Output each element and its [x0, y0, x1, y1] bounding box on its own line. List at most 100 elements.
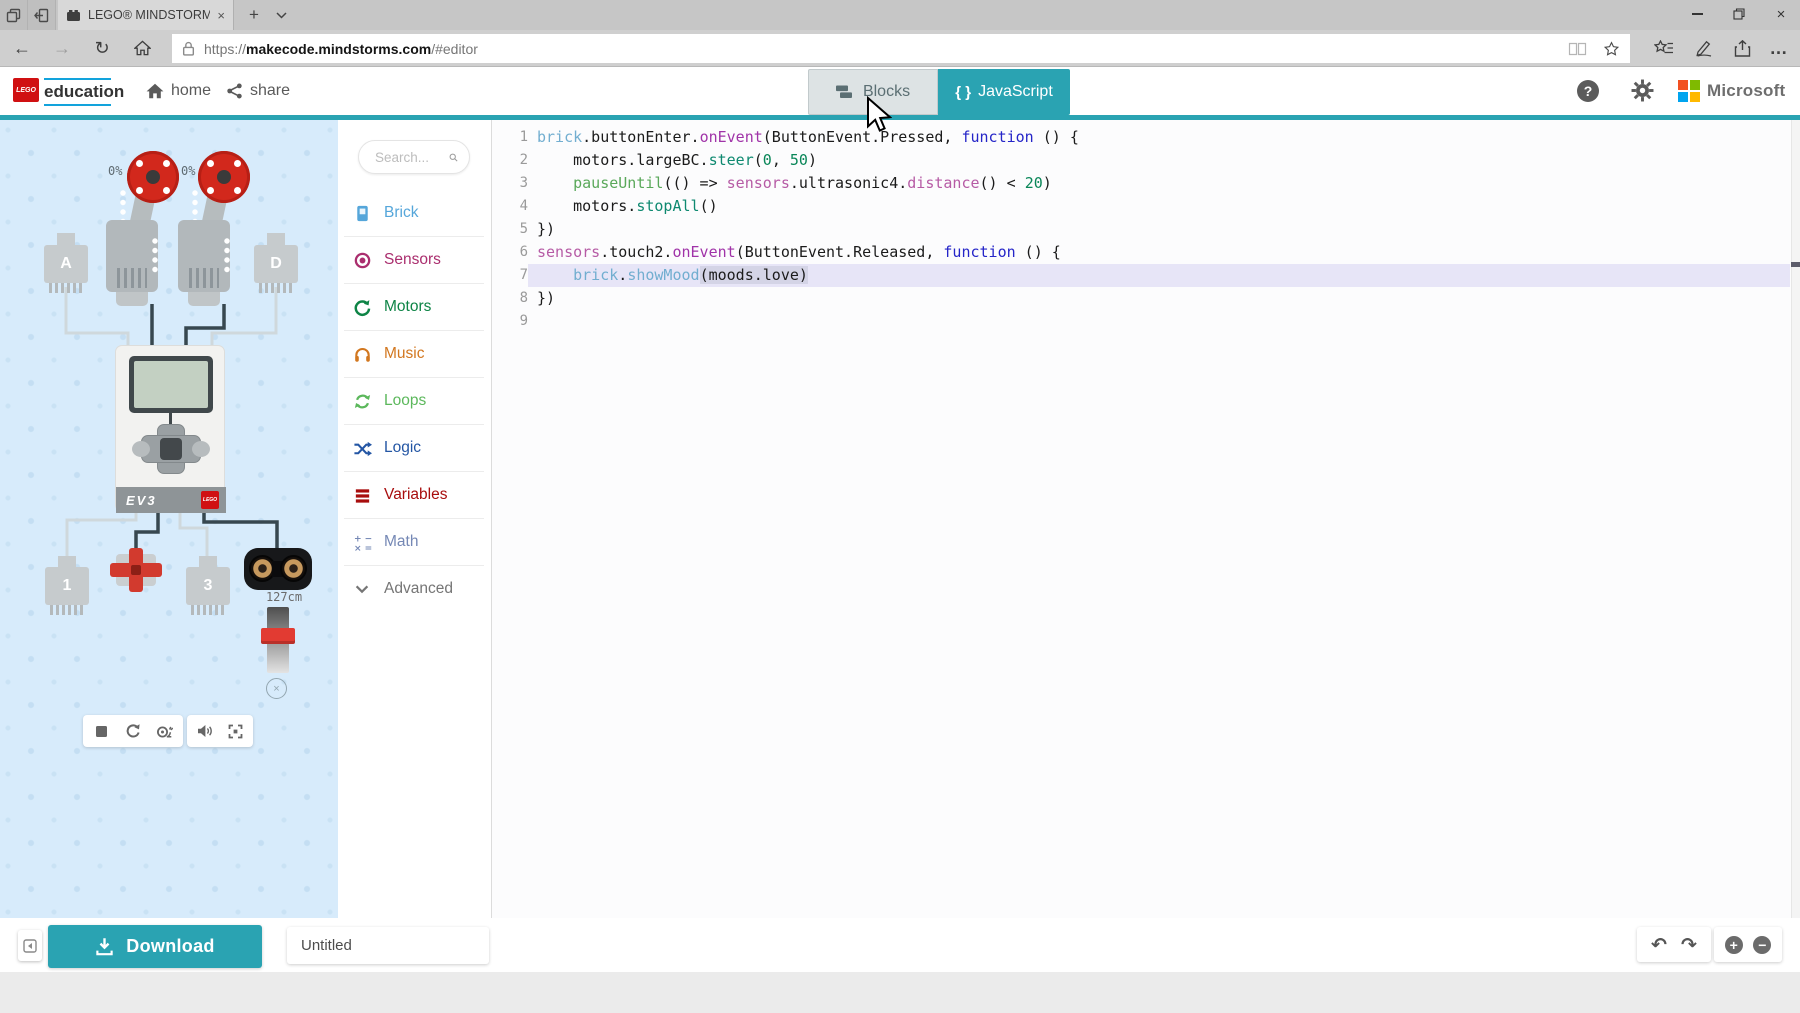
window-minimize-button[interactable] — [1680, 0, 1714, 28]
toolbox-search[interactable] — [358, 140, 470, 174]
code-editor[interactable]: 1brick.buttonEnter.onEvent(ButtonEvent.P… — [492, 120, 1800, 918]
toolbox-category-advanced[interactable]: Advanced — [344, 566, 484, 612]
redo-button[interactable]: ↷ — [1681, 934, 1697, 956]
touch-sensor-button[interactable] — [131, 565, 141, 575]
editor-scrollbar[interactable] — [1791, 120, 1800, 918]
add-favorite-star-icon[interactable] — [1603, 41, 1620, 57]
reading-view-icon[interactable] — [1568, 42, 1587, 56]
svg-text:× =: × = — [353, 544, 371, 552]
brick-enter-button[interactable] — [160, 438, 182, 460]
toolbox-category-loops[interactable]: Loops — [344, 378, 484, 425]
download-button[interactable]: Download — [48, 925, 262, 968]
back-button[interactable]: ← — [8, 34, 36, 62]
ultrasonic-sensor[interactable] — [244, 548, 312, 590]
undo-redo-group: ↶ ↷ — [1637, 927, 1711, 962]
code-line-3[interactable]: 3 pauseUntil(() => sensors.ultrasonic4.d… — [492, 172, 1800, 195]
education-logo-line-bottom — [44, 104, 111, 106]
port-3-plug[interactable]: 3 — [186, 567, 230, 605]
ev3-label-bar: EV3 LEGO — [116, 487, 226, 513]
browser-tab[interactable]: LEGO® MINDSTORMS® × — [58, 0, 234, 30]
browser-share-button[interactable] — [1728, 34, 1756, 62]
toolbox-category-motors[interactable]: Motors — [344, 284, 484, 331]
toolbox-category-label: Music — [384, 345, 424, 363]
sim-fullscreen-button[interactable] — [222, 718, 248, 744]
project-name-input[interactable] — [299, 936, 502, 955]
code-text: pauseUntil(() => sensors.ultrasonic4.dis… — [528, 172, 1052, 195]
code-line-8[interactable]: 8}) — [492, 287, 1800, 310]
speaker-icon — [197, 724, 213, 738]
home-button[interactable]: home — [146, 67, 211, 115]
motor-c-wheel[interactable] — [198, 151, 250, 203]
toolbox-category-music[interactable]: Music — [344, 331, 484, 378]
toolbox-category-logic[interactable]: Logic — [344, 425, 484, 472]
sim-control-group — [83, 715, 183, 747]
refresh-button[interactable]: ↻ — [88, 34, 116, 62]
wires — [0, 120, 338, 918]
zoom-in-button[interactable]: + — [1725, 936, 1743, 954]
tab-list-button[interactable] — [268, 0, 294, 30]
code-text: motors.largeBC.steer(0, 50) — [528, 149, 817, 172]
toolbox-category-math[interactable]: + −× =Math — [344, 519, 484, 566]
motor-b-power: 0% — [108, 164, 122, 178]
url-text: https://makecode.mindstorms.com/#editor — [204, 41, 478, 57]
code-line-7[interactable]: 7 brick.showMood(moods.love) — [492, 264, 1800, 287]
code-text: motors.stopAll() — [528, 195, 718, 218]
lego-logo-small: LEGO — [201, 491, 219, 509]
toolbox-category-label: Sensors — [384, 251, 441, 269]
code-line-9[interactable]: 9 — [492, 310, 1800, 333]
toolbox-category-sensors[interactable]: Sensors — [344, 237, 484, 284]
tab-close-button[interactable]: × — [217, 8, 225, 23]
code-text: brick.buttonEnter.onEvent(ButtonEvent.Pr… — [528, 126, 1079, 149]
port-1-plug[interactable]: 1 — [45, 567, 89, 605]
search-input[interactable] — [373, 149, 449, 166]
code-line-1[interactable]: 1brick.buttonEnter.onEvent(ButtonEvent.P… — [492, 126, 1800, 149]
javascript-label: JavaScript — [978, 83, 1053, 101]
brick-side-button[interactable] — [192, 441, 210, 457]
sim-slow-mo-button[interactable] — [152, 718, 178, 744]
code-line-5[interactable]: 5}) — [492, 218, 1800, 241]
tab-preview-button[interactable] — [0, 0, 28, 30]
port-a-plug[interactable]: A — [44, 245, 88, 283]
settings-button[interactable] — [1631, 79, 1654, 102]
set-tabs-aside-button[interactable] — [28, 0, 56, 30]
motor-b-wheel[interactable] — [127, 151, 179, 203]
ev3-brick[interactable]: EV3 LEGO — [115, 345, 225, 512]
code-line-2[interactable]: 2 motors.largeBC.steer(0, 50) — [492, 149, 1800, 172]
sim-stop-button[interactable] — [89, 718, 115, 744]
help-button[interactable]: ? — [1577, 80, 1599, 102]
touch-sensor[interactable] — [116, 554, 156, 586]
brick-back-button[interactable] — [132, 441, 150, 457]
sim-volume-button[interactable] — [192, 718, 218, 744]
code-line-4[interactable]: 4 motors.stopAll() — [492, 195, 1800, 218]
url-field[interactable]: https://makecode.mindstorms.com/#editor — [172, 34, 1630, 63]
ev3-label: EV3 — [116, 493, 201, 508]
favorites-hub-button[interactable] — [1650, 34, 1678, 62]
port-d-plug[interactable]: D — [254, 245, 298, 283]
port-d-label: D — [270, 255, 282, 273]
window-restore-button[interactable] — [1722, 0, 1756, 28]
toolbox-category-variables[interactable]: Variables — [344, 472, 484, 519]
code-area: 1brick.buttonEnter.onEvent(ButtonEvent.P… — [492, 126, 1800, 333]
javascript-toggle-button[interactable]: { } JavaScript — [938, 69, 1070, 115]
download-icon — [95, 937, 114, 956]
sensors-icon — [352, 250, 372, 270]
line-number: 8 — [492, 287, 528, 310]
web-note-pen-button[interactable] — [1690, 34, 1718, 62]
sensor-reset-button[interactable]: × — [266, 678, 287, 699]
collapse-simulator-button[interactable] — [18, 930, 42, 961]
share-button[interactable]: share — [226, 67, 290, 115]
code-line-6[interactable]: 6sensors.touch2.onEvent(ButtonEvent.Rele… — [492, 241, 1800, 264]
toolbox-category-brick[interactable]: Brick — [344, 190, 484, 237]
sim-restart-button[interactable] — [120, 718, 146, 744]
music-icon — [352, 344, 372, 364]
project-name-field[interactable] — [287, 927, 489, 964]
forward-button[interactable]: → — [48, 34, 76, 62]
undo-button[interactable]: ↶ — [1651, 934, 1667, 956]
browser-more-button[interactable]: … — [1765, 34, 1793, 62]
distance-slider-handle[interactable] — [261, 628, 295, 644]
browser-home-button[interactable] — [128, 34, 156, 62]
line-number: 4 — [492, 195, 528, 218]
zoom-out-button[interactable]: − — [1753, 936, 1771, 954]
new-tab-button[interactable]: + — [240, 0, 268, 30]
window-close-button[interactable]: × — [1764, 0, 1798, 28]
